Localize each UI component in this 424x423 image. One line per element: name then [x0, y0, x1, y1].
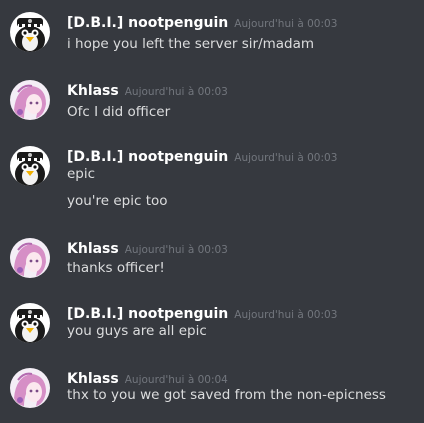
username[interactable]: [D.B.I.] nootpenguin	[67, 149, 228, 165]
message-text: you guys are all epic	[67, 323, 207, 339]
message-text: thanks officer!	[67, 260, 165, 276]
username[interactable]: Khlass	[67, 241, 119, 257]
anime-girl-avatar[interactable]	[10, 368, 50, 408]
message-header: [D.B.I.] nootpenguin Aujourd'hui à 00:03	[67, 303, 337, 325]
police-penguin-avatar[interactable]	[10, 12, 50, 52]
message-text: epic	[67, 166, 96, 182]
timestamp: Aujourd'hui à 00:03	[124, 244, 228, 256]
username[interactable]: Khlass	[67, 371, 119, 387]
timestamp: Aujourd'hui à 00:03	[234, 18, 338, 30]
username[interactable]: Khlass	[67, 83, 119, 99]
message-text: Ofc I did officer	[67, 104, 171, 120]
timestamp: Aujourd'hui à 00:03	[124, 86, 228, 98]
timestamp: Aujourd'hui à 00:03	[234, 309, 338, 321]
anime-girl-avatar[interactable]	[10, 238, 50, 278]
username[interactable]: [D.B.I.] nootpenguin	[67, 306, 228, 322]
message-text: i hope you left the server sir/madam	[67, 36, 315, 52]
timestamp: Aujourd'hui à 00:03	[234, 152, 338, 164]
message-header: [D.B.I.] nootpenguin Aujourd'hui à 00:03	[67, 146, 337, 168]
message-text: you're epic too	[67, 193, 168, 209]
police-penguin-avatar[interactable]	[10, 146, 50, 186]
username[interactable]: [D.B.I.] nootpenguin	[67, 15, 228, 31]
message-header: Khlass Aujourd'hui à 00:03	[67, 80, 228, 102]
timestamp: Aujourd'hui à 00:04	[124, 374, 228, 386]
police-penguin-avatar[interactable]	[10, 303, 50, 343]
message-header: [D.B.I.] nootpenguin Aujourd'hui à 00:03	[67, 12, 337, 34]
message-text: thx to you we got saved from the non-epi…	[67, 387, 386, 403]
message-header: Khlass Aujourd'hui à 00:03	[67, 238, 228, 260]
anime-girl-avatar[interactable]	[10, 80, 50, 120]
